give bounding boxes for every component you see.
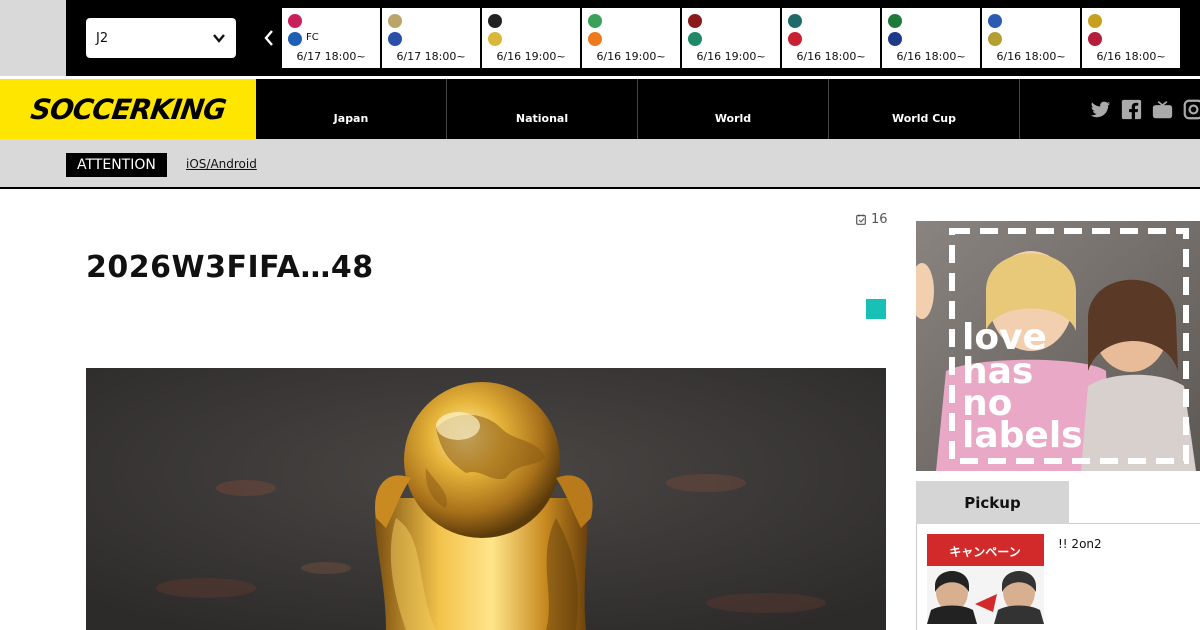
logo-text: SOCCERKING [28,92,228,126]
pickup-thumbnail-image: キャンペーン [927,534,1044,624]
league-select-value: J2 [96,30,109,46]
home-team-emblem-icon [888,14,902,28]
tab-pickup[interactable]: Pickup [916,481,1069,524]
away-team-emblem-icon [388,32,402,46]
twitter-icon[interactable] [1090,99,1111,120]
away-team-emblem-icon [288,32,302,46]
home-team-emblem-icon [288,14,302,28]
away-team-emblem-icon [1088,32,1102,46]
comment-count[interactable]: 16 [856,212,888,227]
comment-icon [856,214,866,225]
match-card[interactable]: 6/16 19:00~ [682,8,780,68]
article-hero-image [86,368,886,630]
away-team-name: FC [306,32,319,43]
home-team-emblem-icon [588,14,602,28]
category-marker [866,299,886,319]
home-team-emblem-icon [388,14,402,28]
pickup-thumbnail[interactable]: キャンペーン [927,534,1044,624]
attention-link[interactable]: iOS/Android [186,157,313,171]
main-nav: Japan National World World Cup [256,79,1020,139]
match-time: 6/16 18:00~ [896,50,966,63]
tv-icon[interactable] [1152,99,1173,120]
ad-text-line-4: labels [962,415,1083,456]
nav-item-national[interactable]: National [447,79,638,139]
match-card[interactable]: 6/16 18:00~ [782,8,880,68]
match-list: FC 6/17 18:00~ 6/17 18:00~ 6/16 19:00~ 6/16 … [282,8,1180,68]
nav-item-japan[interactable]: Japan [256,79,447,139]
match-time: 6/17 18:00~ [296,50,366,63]
sidebar-ad[interactable]: love has no labels [916,221,1200,471]
away-team-emblem-icon [788,32,802,46]
comment-count-value: 16 [871,212,888,227]
match-card[interactable]: 6/16 18:00~ [882,8,980,68]
site-header: SOCCERKING Japan National World World Cu… [0,79,1200,139]
match-time: 6/16 19:00~ [696,50,766,63]
away-team-emblem-icon [988,32,1002,46]
match-time: 6/16 19:00~ [496,50,566,63]
match-time: 6/16 18:00~ [996,50,1066,63]
home-team-emblem-icon [688,14,702,28]
match-bar: J2 FC 6/17 18:00~ 6/17 18:00~ 6/16 19:00~ 6/… [0,0,1200,76]
match-card[interactable]: 6/16 18:00~ [1082,8,1180,68]
match-time: 6/16 18:00~ [1096,50,1166,63]
match-card[interactable]: 6/16 18:00~ [982,8,1080,68]
match-time: 6/16 18:00~ [796,50,866,63]
match-bar-inner: J2 FC 6/17 18:00~ 6/17 18:00~ 6/16 19:00~ 6/… [66,0,1200,76]
match-card[interactable]: FC 6/17 18:00~ [282,8,380,68]
nav-item-world[interactable]: World [638,79,829,139]
home-team-emblem-icon [788,14,802,28]
world-cup-trophy-image [86,368,886,630]
pickup-item-text[interactable]: !! 2on2 [1058,537,1102,551]
match-card[interactable]: 6/17 18:00~ [382,8,480,68]
away-team-emblem-icon [688,32,702,46]
attention-link-text: iOS/Android [186,157,257,171]
match-time: 6/17 18:00~ [396,50,466,63]
match-time: 6/16 19:00~ [596,50,666,63]
article-title: 2026W3FIFA…48 [86,250,374,285]
match-card[interactable]: 6/16 19:00~ [482,8,580,68]
away-team-emblem-icon [488,32,502,46]
away-team-emblem-icon [588,32,602,46]
pickup-list: キャンペーン !! 2on2 [916,524,1200,630]
instagram-icon[interactable] [1183,99,1200,120]
site-logo[interactable]: SOCCERKING [0,79,256,139]
home-team-emblem-icon [1088,14,1102,28]
match-card[interactable]: 6/16 19:00~ [582,8,680,68]
away-team-emblem-icon [888,32,902,46]
chevron-down-icon [213,34,225,43]
social-links [1090,99,1200,120]
pickup-tabs: Pickup [916,481,1200,524]
chevron-left-icon[interactable] [262,28,276,48]
facebook-icon[interactable] [1121,99,1142,120]
league-select[interactable]: J2 [86,18,236,58]
pickup-thumbnail-caption: キャンペーン [949,545,1020,559]
home-team-emblem-icon [488,14,502,28]
ad-image: love has no labels [916,221,1200,471]
nav-item-world-cup[interactable]: World Cup [829,79,1020,139]
attention-bar: ATTENTION iOS/Android [0,139,1200,189]
attention-label: ATTENTION [66,153,167,177]
home-team-emblem-icon [988,14,1002,28]
